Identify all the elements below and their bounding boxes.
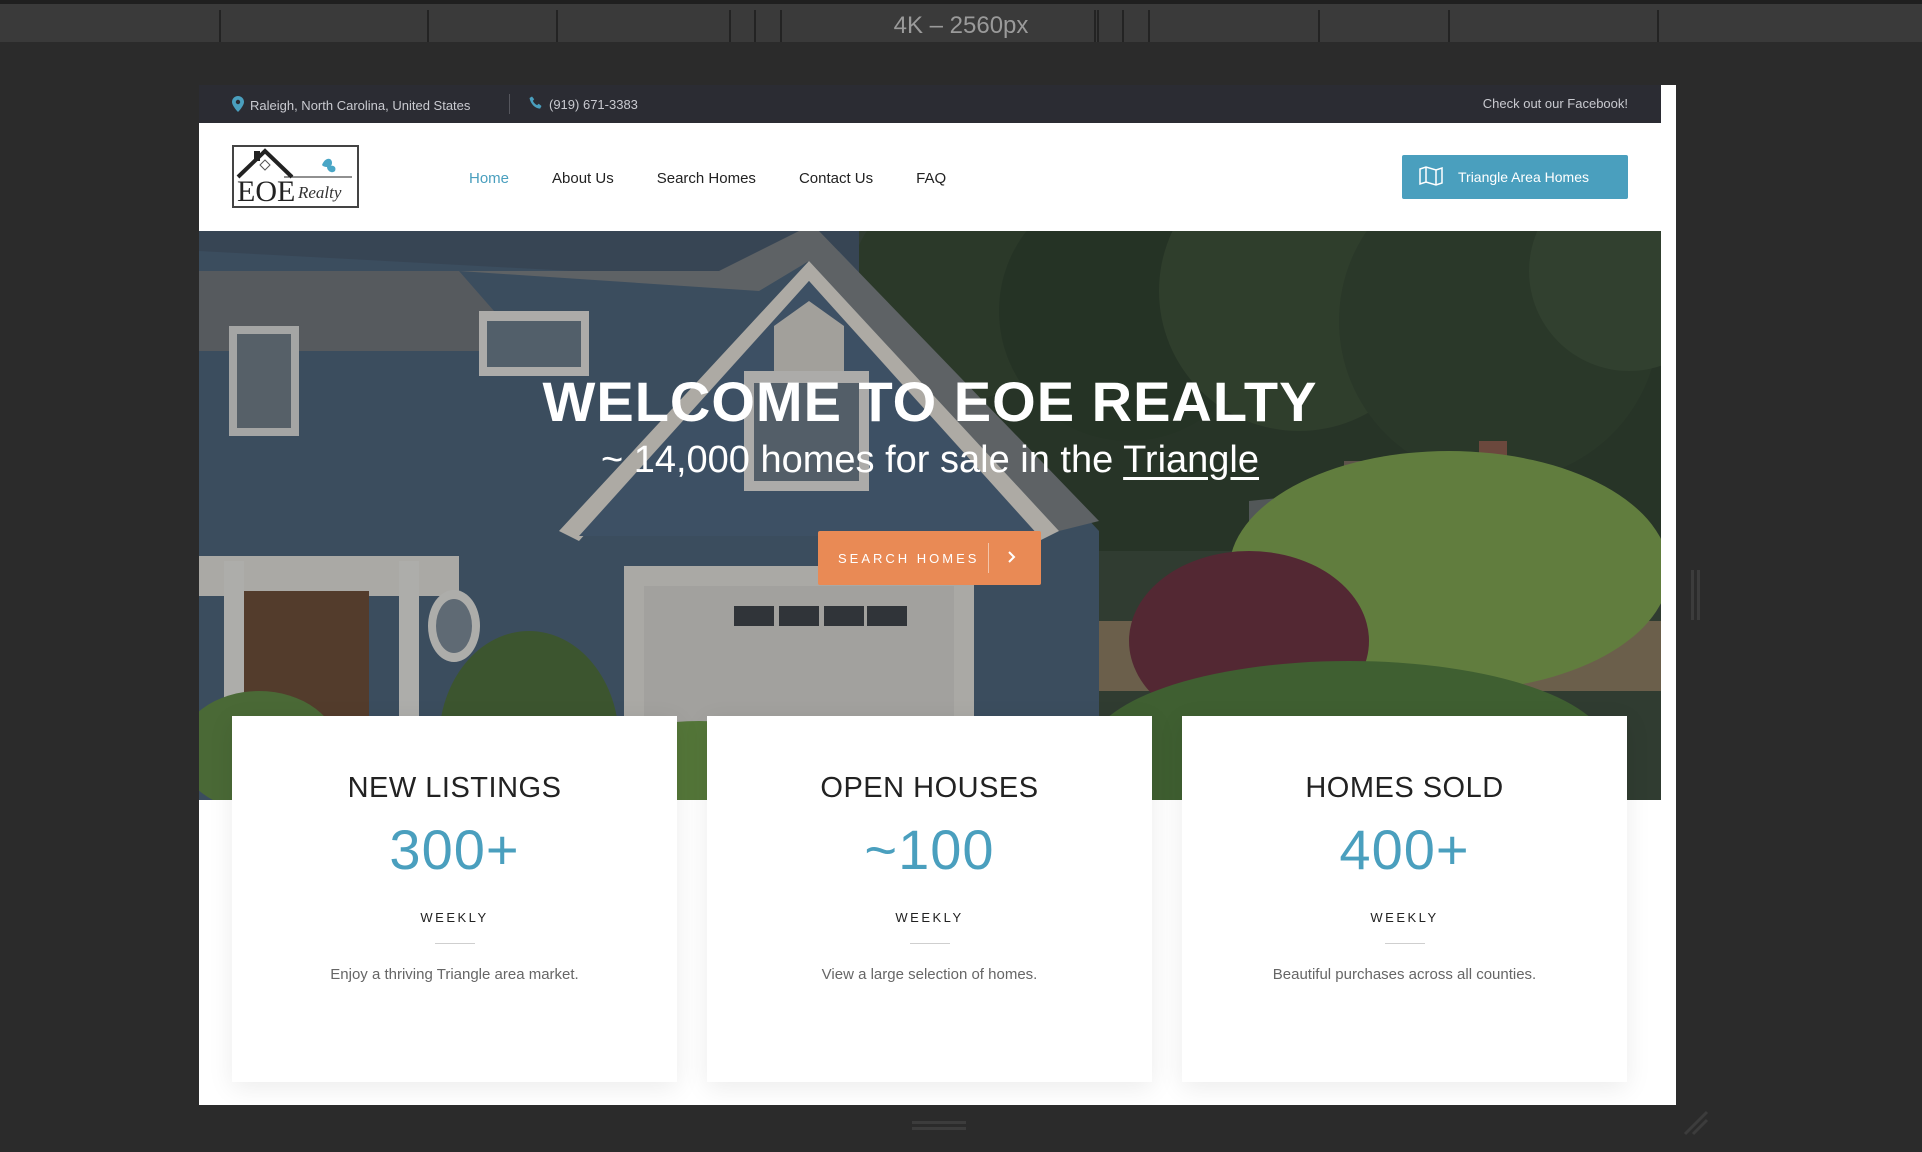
stat-divider bbox=[434, 943, 475, 944]
search-homes-button[interactable]: SEARCH HOMES bbox=[818, 531, 1041, 585]
hero-subtitle-text: ~ 14,000 homes for sale in the bbox=[600, 439, 1124, 481]
stat-title: HOMES SOLD bbox=[1305, 772, 1504, 804]
cta-label: Triangle Area Homes bbox=[1458, 169, 1589, 185]
logo-eoe-text: EOE bbox=[237, 175, 296, 208]
stat-card-homes-sold: HOMES SOLD 400+ WEEKLY Beautiful purchas… bbox=[1182, 716, 1627, 1082]
nav-item-about-us[interactable]: About Us bbox=[552, 170, 614, 187]
hero-subtitle: ~ 14,000 homes for sale in the Triangle bbox=[199, 439, 1661, 482]
page-frame: Raleigh, North Carolina, United States (… bbox=[199, 85, 1676, 1105]
eoe-realty-logo[interactable]: EOE Realty bbox=[232, 145, 359, 208]
phone-text: (919) 671-3383 bbox=[549, 97, 638, 112]
nav-item-search-homes[interactable]: Search Homes bbox=[657, 170, 756, 187]
location-text: Raleigh, North Carolina, United States bbox=[250, 98, 471, 113]
stat-value: ~100 bbox=[864, 818, 995, 881]
corner-resize-handle[interactable] bbox=[1683, 1110, 1709, 1136]
stat-period: WEEKLY bbox=[1370, 910, 1439, 925]
hero-title: WELCOME TO EOE REALTY bbox=[542, 370, 1318, 433]
triangle-link[interactable]: Triangle bbox=[1123, 439, 1259, 481]
device-size-ruler: 4K – 2560px bbox=[0, 0, 1922, 42]
bottom-resize-handle[interactable] bbox=[912, 1120, 966, 1132]
stat-card-open-houses: OPEN HOUSES ~100 WEEKLY View a large sel… bbox=[707, 716, 1152, 1082]
search-homes-label: SEARCH HOMES bbox=[838, 550, 980, 566]
nav-item-contact-us[interactable]: Contact Us bbox=[799, 170, 873, 187]
stat-divider bbox=[909, 943, 950, 944]
topbar-divider bbox=[509, 94, 510, 114]
stat-divider bbox=[1384, 943, 1425, 944]
hero-section: WELCOME TO EOE REALTY ~ 14,000 homes for… bbox=[199, 231, 1661, 800]
chevron-right-icon bbox=[1007, 550, 1017, 566]
top-info-bar: Raleigh, North Carolina, United States (… bbox=[199, 85, 1661, 123]
stat-card-new-listings: NEW LISTINGS 300+ WEEKLY Enjoy a thrivin… bbox=[232, 716, 677, 1082]
button-divider bbox=[988, 543, 989, 573]
stat-description: View a large selection of homes. bbox=[821, 966, 1038, 983]
stat-title: OPEN HOUSES bbox=[820, 772, 1039, 804]
map-pin-icon bbox=[232, 96, 244, 115]
stat-title: NEW LISTINGS bbox=[347, 772, 562, 804]
triangle-area-homes-button[interactable]: Triangle Area Homes bbox=[1402, 155, 1628, 199]
nav-item-faq[interactable]: FAQ bbox=[916, 170, 946, 187]
location-info: Raleigh, North Carolina, United States bbox=[232, 96, 470, 115]
side-resize-handle[interactable] bbox=[1689, 570, 1703, 620]
stat-period: WEEKLY bbox=[895, 910, 964, 925]
stat-description: Beautiful purchases across all counties. bbox=[1272, 966, 1537, 983]
device-size-label: 4K – 2560px bbox=[0, 10, 1922, 42]
phone-icon bbox=[529, 96, 543, 113]
stat-value: 400+ bbox=[1339, 818, 1470, 881]
logo-realty-text: Realty bbox=[298, 183, 342, 202]
stat-value: 300+ bbox=[389, 818, 520, 881]
main-nav: Home About Us Search Homes Contact Us FA… bbox=[469, 170, 946, 187]
nav-item-home[interactable]: Home bbox=[469, 170, 509, 187]
map-icon bbox=[1418, 165, 1444, 189]
site-header: EOE Realty Home About Us Search Homes Co… bbox=[199, 123, 1661, 231]
facebook-link[interactable]: Check out our Facebook! bbox=[1483, 96, 1628, 111]
hero-overlay bbox=[199, 231, 1661, 800]
stat-description: Enjoy a thriving Triangle area market. bbox=[330, 966, 579, 983]
phone-info[interactable]: (919) 671-3383 bbox=[529, 96, 638, 113]
stat-period: WEEKLY bbox=[420, 910, 489, 925]
